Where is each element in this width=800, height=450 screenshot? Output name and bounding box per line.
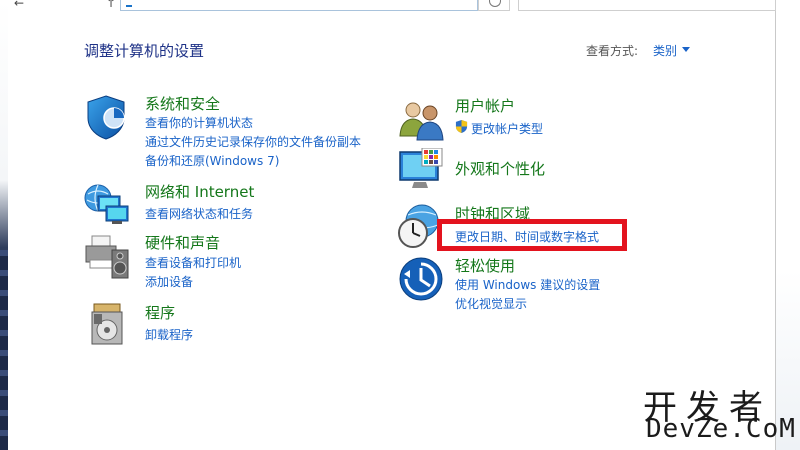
category-title-system-security[interactable]: 系统和安全 <box>145 93 220 114</box>
programs-disc-icon[interactable] <box>84 300 130 346</box>
category-title-hardware-sound[interactable]: 硬件和声音 <box>145 232 220 253</box>
address-text-caret <box>126 0 132 7</box>
user-accounts-icon[interactable] <box>398 96 444 142</box>
link-change-account-type[interactable]: 更改帐户类型 <box>471 120 543 137</box>
category-system-security: 系统和安全 查看你的计算机状态 通过文件历史记录保存你的文件备份副本 备份和还原… <box>84 93 384 169</box>
link-add-device[interactable]: 添加设备 <box>145 273 193 290</box>
desktop-background-left <box>0 0 8 450</box>
link-uninstall-program[interactable]: 卸载程序 <box>145 326 193 343</box>
category-title-clock-region[interactable]: 时钟和区域 <box>455 203 530 224</box>
chevron-down-icon[interactable] <box>682 47 690 52</box>
ease-of-access-icon[interactable] <box>398 256 444 302</box>
category-title-appearance[interactable]: 外观和个性化 <box>455 158 545 179</box>
category-clock-region: 时钟和区域 更改日期、时间或数字格式 <box>396 203 696 253</box>
link-optimize-visual-display[interactable]: 优化视觉显示 <box>455 295 527 312</box>
address-bar[interactable] <box>120 0 478 11</box>
shield-icon[interactable] <box>84 94 130 140</box>
category-network-internet: 网络和 Internet 查看网络状态和任务 <box>84 182 384 228</box>
category-user-accounts: 用户帐户 更改帐户类型 <box>398 96 698 142</box>
page-title: 调整计算机的设置 <box>84 42 205 60</box>
category-title-ease-of-access[interactable]: 轻松使用 <box>455 255 515 276</box>
category-hardware-sound: 硬件和声音 查看设备和打印机 添加设备 <box>84 232 384 290</box>
category-title-programs[interactable]: 程序 <box>145 302 175 323</box>
search-input[interactable] <box>518 0 776 11</box>
link-windows-recommended-settings[interactable]: 使用 Windows 建议的设置 <box>455 276 600 293</box>
watermark-devze: DevZe.CoM <box>646 414 796 444</box>
desktop-wallpaper-lines <box>0 250 8 450</box>
back-arrow-icon[interactable]: ← <box>14 0 24 10</box>
link-change-date-time-format[interactable]: 更改日期、时间或数字格式 <box>455 228 599 245</box>
network-globe-icon[interactable] <box>84 182 130 228</box>
monitor-palette-icon[interactable] <box>398 148 444 194</box>
link-backup-restore[interactable]: 备份和还原(Windows 7) <box>145 152 279 169</box>
category-ease-of-access: 轻松使用 使用 Windows 建议的设置 优化视觉显示 <box>398 256 698 312</box>
category-title-network-internet[interactable]: 网络和 Internet <box>145 181 254 202</box>
refresh-icon <box>489 0 501 7</box>
clock-globe-icon[interactable] <box>396 203 442 249</box>
link-file-history-backup[interactable]: 通过文件历史记录保存你的文件备份副本 <box>145 133 361 150</box>
link-view-computer-status[interactable]: 查看你的计算机状态 <box>145 114 253 131</box>
uac-shield-icon <box>455 120 468 133</box>
address-toolbar: ← ↑ <box>8 0 776 12</box>
view-by-dropdown[interactable]: 类别 <box>653 42 677 59</box>
category-appearance: 外观和个性化 <box>398 148 698 194</box>
view-by-label: 查看方式: <box>586 44 639 58</box>
up-arrow-icon[interactable]: ↑ <box>106 0 116 10</box>
category-programs: 程序 卸载程序 <box>84 300 384 348</box>
desktop-background-right <box>776 0 800 450</box>
category-title-user-accounts[interactable]: 用户帐户 <box>455 95 515 116</box>
link-devices-printers[interactable]: 查看设备和打印机 <box>145 254 241 271</box>
printer-speaker-icon[interactable] <box>84 234 130 280</box>
link-network-status[interactable]: 查看网络状态和任务 <box>145 205 253 222</box>
refresh-button[interactable] <box>478 0 510 11</box>
